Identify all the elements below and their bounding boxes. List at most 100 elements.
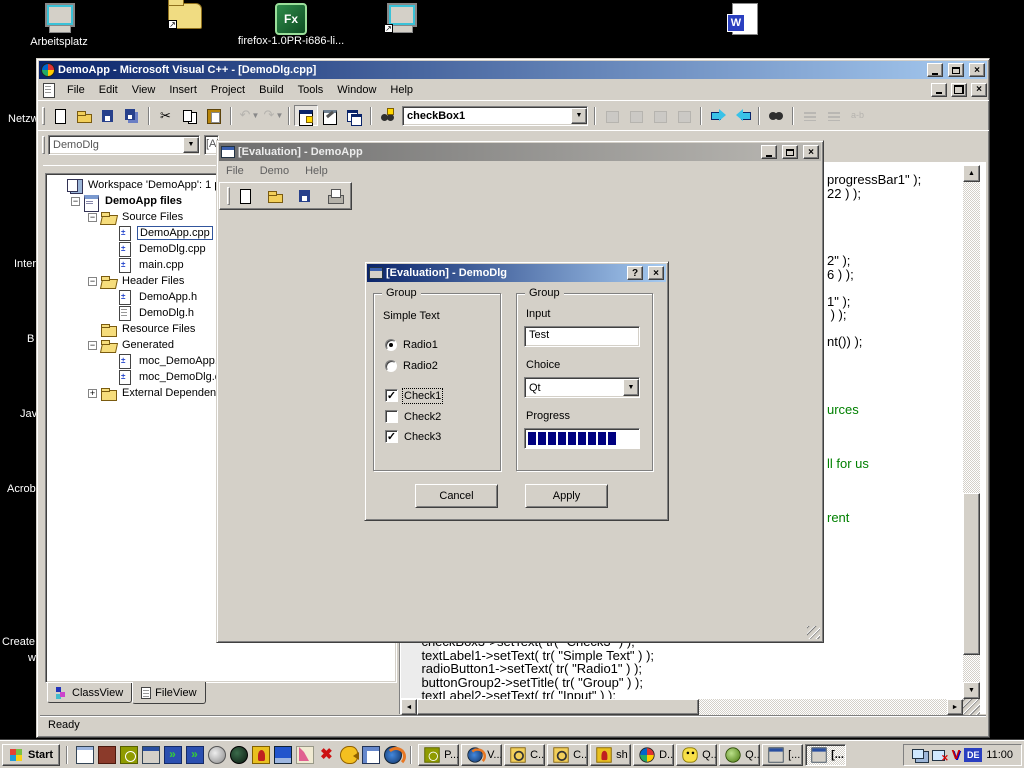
menu-item-project[interactable]: Project — [204, 82, 252, 98]
task-button[interactable]: V... — [461, 744, 502, 766]
scroll-down-button[interactable]: ▼ — [963, 682, 980, 699]
mdi-close-button[interactable]: × — [971, 83, 987, 97]
checkbox[interactable]: ✓ — [385, 430, 398, 443]
tree-item-label[interactable]: DemoApp.cpp — [137, 226, 213, 240]
checkbox-check2[interactable]: Check2 — [385, 410, 441, 423]
find-combo-value[interactable]: checkBox1 — [403, 110, 571, 122]
print-button[interactable] — [323, 186, 347, 207]
wine-icon[interactable] — [252, 746, 270, 764]
table-icon[interactable] — [362, 746, 380, 764]
keyb-icon[interactable] — [274, 746, 292, 764]
mdi-restore-button[interactable] — [951, 83, 967, 97]
winset-icon[interactable] — [142, 746, 160, 764]
wizard-hammer-button[interactable] — [318, 105, 342, 126]
mdi-child-icon[interactable] — [41, 83, 58, 97]
find-in-files-button[interactable] — [764, 105, 788, 126]
demoapp-menu-item-demo[interactable]: Demo — [253, 163, 296, 179]
menu-item-help[interactable]: Help — [383, 82, 420, 98]
choice-combo-dropdown[interactable]: ▼ — [623, 379, 639, 396]
task-button[interactable]: C... — [504, 744, 545, 766]
scroll-up-button[interactable]: ▲ — [963, 165, 980, 182]
cascade-windows-button[interactable] — [342, 105, 366, 126]
pkgred-icon[interactable] — [98, 746, 116, 764]
cut-button[interactable] — [154, 105, 178, 126]
chart-icon[interactable] — [296, 746, 314, 764]
find-member-button[interactable] — [376, 105, 400, 126]
menu-item-file[interactable]: File — [60, 82, 92, 98]
start-button[interactable]: Start — [2, 744, 60, 766]
task-button[interactable]: P... — [418, 744, 459, 766]
wizardbar-grip[interactable] — [42, 136, 45, 154]
demoapp-menu-item-file[interactable]: File — [219, 163, 251, 179]
vscroll-thumb[interactable] — [963, 493, 980, 655]
task-button[interactable]: Q... — [719, 744, 760, 766]
find-combo-dropdown[interactable]: ▼ — [571, 108, 587, 124]
checkbox[interactable]: ✓ — [385, 389, 398, 402]
new-doc-button[interactable] — [233, 186, 257, 207]
apply-button[interactable]: Apply — [525, 484, 608, 508]
word-document[interactable] — [712, 3, 778, 38]
menu-item-edit[interactable]: Edit — [92, 82, 125, 98]
mdi-minimize-button[interactable] — [931, 83, 947, 97]
menu-item-window[interactable]: Window — [330, 82, 383, 98]
wizard-combo-value[interactable]: DemoDlg — [49, 139, 183, 151]
computer-offline-icon[interactable] — [932, 749, 948, 761]
minimize-button[interactable] — [927, 63, 943, 77]
tree-item-label[interactable]: Resource Files — [120, 323, 197, 335]
kpkg-icon[interactable] — [186, 746, 204, 764]
scroll-left-button[interactable]: ◄ — [401, 699, 417, 715]
tab-classview[interactable]: ClassView — [47, 683, 132, 703]
kpkg-icon[interactable] — [164, 746, 182, 764]
save-all-button[interactable] — [120, 105, 144, 126]
clockolive-icon[interactable] — [120, 746, 138, 764]
antivirus-icon[interactable]: V — [952, 747, 961, 762]
demoapp-resize-grip[interactable] — [807, 626, 820, 639]
tree-item-label[interactable]: Generated — [120, 339, 176, 351]
demoapp-maximize-button[interactable] — [782, 145, 798, 159]
firefox-icon[interactable] — [384, 746, 402, 764]
dark-icon[interactable] — [230, 746, 248, 764]
my-computer[interactable]: Arbeitsplatz — [26, 3, 92, 48]
cancel-button[interactable]: Cancel — [415, 484, 498, 508]
menu-item-view[interactable]: View — [125, 82, 163, 98]
tree-expand-box[interactable]: − — [88, 213, 97, 222]
new-doc-button[interactable] — [48, 105, 72, 126]
display-shortcut[interactable]: ↗ — [368, 3, 434, 36]
task-button[interactable]: D... — [633, 744, 674, 766]
toolbar-grip[interactable] — [42, 107, 45, 125]
radio-radio2[interactable]: Radio2 — [385, 360, 438, 372]
radio-radio1[interactable]: Radio1 — [385, 339, 438, 351]
keyboard-layout-badge[interactable]: DE — [964, 748, 982, 762]
paste-button[interactable] — [202, 105, 226, 126]
tab-fileview[interactable]: FileView — [132, 682, 205, 704]
editor-hscrollbar[interactable]: ◄ ► — [401, 699, 963, 715]
demoapp-close-button[interactable]: × — [803, 145, 819, 159]
dialog-help-button[interactable]: ? — [627, 266, 643, 280]
tree-expand-box[interactable]: − — [88, 341, 97, 350]
maximize-button[interactable] — [948, 63, 964, 77]
editor-vscrollbar[interactable]: ▲ ▼ — [963, 165, 980, 699]
tree-item-label[interactable]: DemoDlg.h — [137, 307, 196, 319]
open-folder-button[interactable] — [72, 105, 96, 126]
find-combo[interactable]: checkBox1 ▼ — [402, 106, 588, 126]
tree-expand-box[interactable]: + — [88, 389, 97, 398]
checkbox-check3[interactable]: ✓Check3 — [385, 430, 441, 443]
choice-combo[interactable]: Qt ▼ — [524, 377, 640, 398]
input-field[interactable]: Test — [524, 326, 640, 347]
tree-expand-box[interactable]: − — [71, 197, 80, 206]
tree-expand-box[interactable]: − — [88, 277, 97, 286]
menu-item-insert[interactable]: Insert — [162, 82, 204, 98]
task-button[interactable]: C... — [547, 744, 588, 766]
fish-icon[interactable] — [340, 746, 358, 764]
editor-resize-grip[interactable] — [963, 699, 980, 715]
demoapp-menu-item-help[interactable]: Help — [298, 163, 335, 179]
tree-item-label[interactable]: DemoApp.h — [137, 291, 199, 303]
tree-item-label[interactable]: moc_DemoApp.c — [137, 355, 225, 367]
open-folder-button[interactable] — [263, 186, 287, 207]
copy-button[interactable] — [178, 105, 202, 126]
hscroll-thumb[interactable] — [417, 699, 699, 715]
egray-icon[interactable] — [208, 746, 226, 764]
folder-shortcut[interactable]: ↗ — [152, 3, 218, 32]
checkbox-check1[interactable]: ✓Check1 — [385, 389, 441, 402]
tree-item-label[interactable]: moc_DemoDlg.cp — [137, 371, 228, 383]
